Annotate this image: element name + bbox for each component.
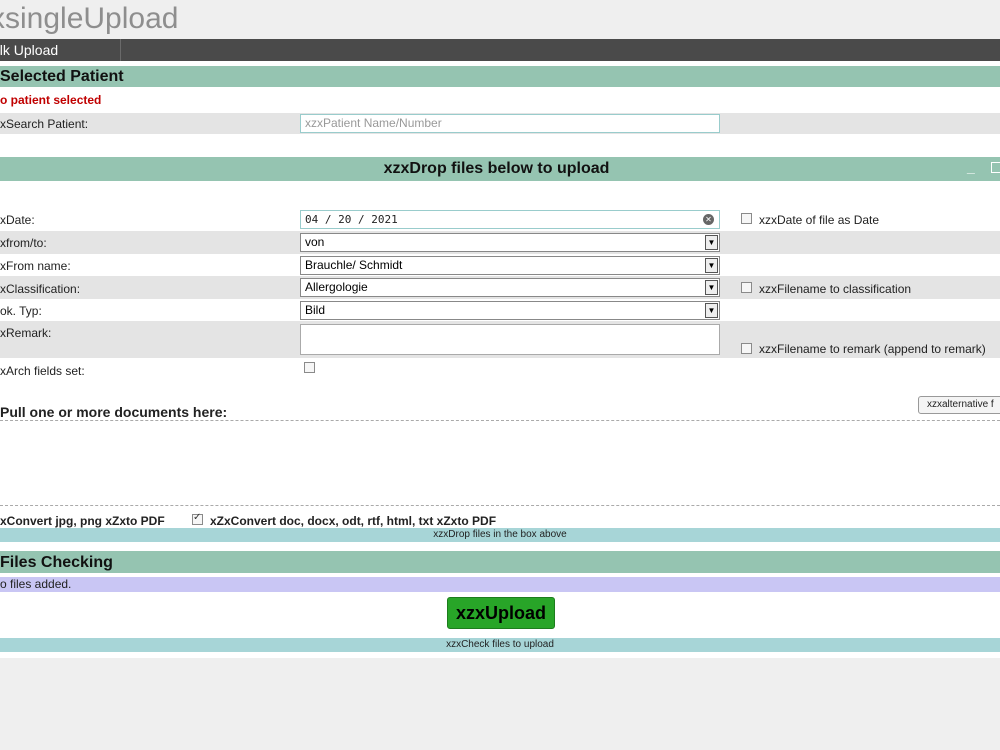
convert-img-label: xConvert jpg, png xZxto PDF bbox=[0, 514, 165, 528]
date-as-date-checkbox[interactable] bbox=[741, 213, 752, 224]
dropzone[interactable] bbox=[0, 421, 1000, 505]
remark-row: xRemark: xzxFilename to remark (append t… bbox=[0, 321, 1000, 358]
pull-documents-label: Pull one or more documents here: bbox=[0, 404, 228, 420]
filename-remark-checkbox[interactable] bbox=[741, 343, 752, 354]
arch-row: xArch fields set: bbox=[0, 358, 1000, 380]
date-row: xDate: 04 / 20 / 2021 ✕ xzxDate of file … bbox=[0, 209, 1000, 230]
fromto-label: xfrom/to: bbox=[0, 236, 47, 250]
filename-classification-label: xzxFilename to classification bbox=[759, 282, 912, 296]
fromname-label: xFrom name: bbox=[0, 259, 71, 273]
fromto-select[interactable]: von ▼ bbox=[300, 233, 720, 252]
search-patient-input[interactable]: xzxPatient Name/Number bbox=[300, 114, 720, 133]
alternative-button[interactable]: xzxalternative f bbox=[918, 396, 1000, 414]
files-status: o files added. bbox=[0, 577, 72, 591]
files-checking-title: Files Checking bbox=[0, 554, 113, 571]
selected-patient-header: Selected Patient bbox=[0, 66, 1000, 87]
fromname-value: Brauchle/ Schmidt bbox=[305, 258, 403, 272]
minimize-icon[interactable]: _ bbox=[967, 159, 975, 175]
dropzone-bottom-border bbox=[0, 505, 1000, 506]
chevron-down-icon: ▼ bbox=[705, 303, 718, 318]
check-info-bar: xzxCheck files to upload bbox=[0, 638, 1000, 652]
fromto-value: von bbox=[305, 235, 325, 249]
arch-fields-checkbox[interactable] bbox=[304, 362, 315, 373]
remark-textarea[interactable] bbox=[300, 324, 720, 355]
date-as-date-label: xzxDate of file as Date bbox=[759, 213, 880, 227]
drop-panel-title: xzxDrop files below to upload bbox=[383, 160, 610, 177]
clear-icon[interactable]: ✕ bbox=[703, 214, 714, 225]
maximize-icon[interactable] bbox=[991, 162, 1000, 173]
doktyp-select[interactable]: Bild ▼ bbox=[300, 301, 720, 320]
convert-doc-label: xZxConvert doc, docx, odt, rtf, html, tx… bbox=[210, 514, 497, 528]
filename-remark-label: xzxFilename to remark (append to remark) bbox=[759, 342, 986, 356]
classification-label: xClassification: bbox=[0, 282, 81, 296]
chevron-down-icon: ▼ bbox=[705, 258, 718, 273]
fromname-select[interactable]: Brauchle/ Schmidt ▼ bbox=[300, 256, 720, 275]
chevron-down-icon: ▼ bbox=[705, 280, 718, 295]
drop-panel-header: xzxDrop files below to upload _ bbox=[0, 157, 1000, 181]
date-value: 04 / 20 / 2021 bbox=[305, 213, 398, 226]
doktyp-row: ok. Typ: Bild ▼ bbox=[0, 299, 1000, 321]
fromname-row: xFrom name: Brauchle/ Schmidt ▼ bbox=[0, 254, 1000, 276]
tab-bar: ulk Upload bbox=[0, 39, 1000, 61]
drop-info-bar: xzxDrop files in the box above bbox=[0, 528, 1000, 542]
files-status-bar: o files added. bbox=[0, 577, 1000, 592]
selected-patient-title: Selected Patient bbox=[0, 68, 124, 85]
convert-doc-checkbox[interactable] bbox=[192, 512, 203, 525]
page-title: xsingleUpload bbox=[0, 2, 179, 35]
search-patient-row: xSearch Patient: xzxPatient Name/Number bbox=[0, 113, 1000, 134]
files-checking-header: Files Checking bbox=[0, 551, 1000, 573]
remark-label: xRemark: bbox=[0, 326, 52, 340]
tab-bulk-upload[interactable]: ulk Upload bbox=[0, 39, 121, 61]
classification-select[interactable]: Allergologie ▼ bbox=[300, 278, 720, 297]
date-label: xDate: bbox=[0, 213, 35, 227]
chevron-down-icon: ▼ bbox=[705, 235, 718, 250]
filename-classification-checkbox[interactable] bbox=[741, 282, 752, 293]
doktyp-value: Bild bbox=[305, 303, 326, 317]
fromto-row: xfrom/to: von ▼ bbox=[0, 231, 1000, 254]
upload-button[interactable]: xzxUpload bbox=[447, 597, 555, 629]
search-patient-label: xSearch Patient: bbox=[0, 117, 89, 131]
patient-status: o patient selected bbox=[0, 93, 102, 107]
classification-row: xClassification: Allergologie ▼ xzxFilen… bbox=[0, 276, 1000, 299]
arch-label: xArch fields set: bbox=[0, 364, 85, 378]
classification-value: Allergologie bbox=[305, 280, 368, 294]
doktyp-label: ok. Typ: bbox=[0, 304, 42, 318]
date-input[interactable]: 04 / 20 / 2021 ✕ bbox=[300, 210, 720, 229]
